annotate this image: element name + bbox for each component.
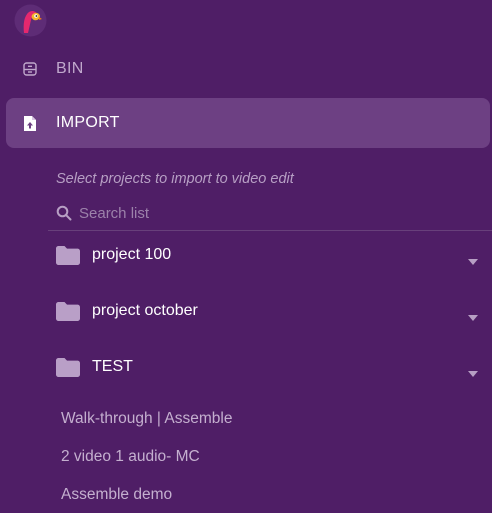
search-icon bbox=[56, 205, 72, 221]
folder-icon bbox=[56, 358, 80, 377]
folder-icon bbox=[56, 246, 80, 265]
nav-item-import-label: IMPORT bbox=[56, 114, 120, 131]
file-import-icon bbox=[21, 114, 39, 132]
folder-icon bbox=[56, 302, 80, 321]
chevron-down-icon[interactable] bbox=[468, 365, 478, 377]
nav-item-bin[interactable]: BIN bbox=[6, 48, 490, 90]
project-item-assemble-demo[interactable]: Assemble demo bbox=[61, 486, 172, 504]
archive-box-icon bbox=[21, 60, 39, 78]
folder-row-project-october[interactable]: project october bbox=[48, 290, 492, 334]
folder-label: project 100 bbox=[92, 246, 172, 263]
search-bar bbox=[48, 198, 492, 231]
nav-item-import[interactable]: IMPORT bbox=[6, 98, 490, 148]
folder-row-project-100[interactable]: project 100 bbox=[48, 234, 492, 278]
import-instructions: Select projects to import to video edit bbox=[56, 171, 294, 187]
folder-row-test[interactable]: TEST bbox=[48, 346, 492, 390]
folder-label: TEST bbox=[92, 358, 133, 375]
folder-label: project october bbox=[92, 302, 198, 319]
chevron-down-icon[interactable] bbox=[468, 309, 478, 321]
nav-item-bin-label: BIN bbox=[56, 60, 84, 77]
parrot-logo-icon[interactable] bbox=[14, 4, 47, 37]
search-input[interactable] bbox=[79, 202, 479, 224]
project-item-2-video-1-audio[interactable]: 2 video 1 audio- MC bbox=[61, 448, 200, 466]
project-item-walk-through[interactable]: Walk-through | Assemble bbox=[61, 410, 232, 428]
chevron-down-icon[interactable] bbox=[468, 253, 478, 265]
